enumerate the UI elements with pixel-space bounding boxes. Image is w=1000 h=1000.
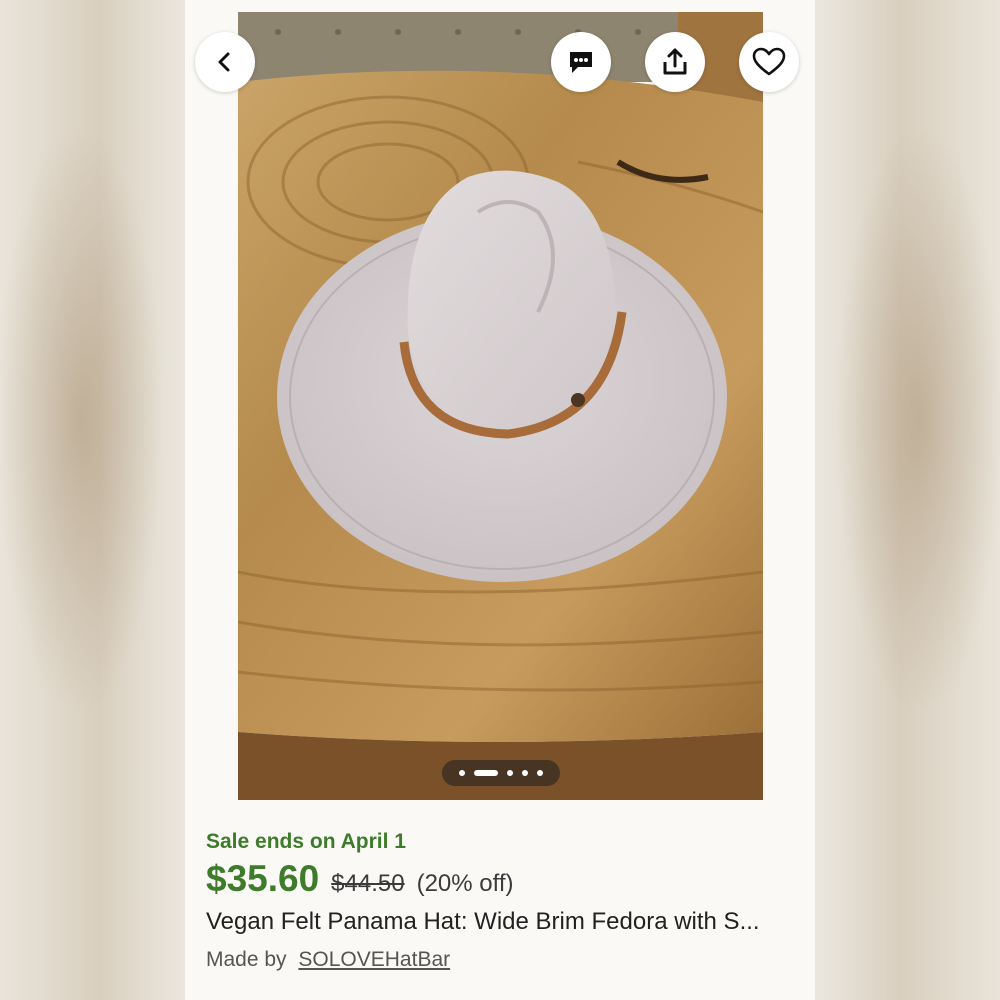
carousel-indicator[interactable] xyxy=(442,760,560,786)
share-button[interactable] xyxy=(645,32,705,92)
product-photo[interactable] xyxy=(238,12,763,800)
shop-name-link[interactable]: SOLOVEHatBar xyxy=(298,948,450,971)
share-icon xyxy=(663,48,687,75)
sale-ends-text: Sale ends on April 1 xyxy=(206,830,406,853)
heart-outline-icon xyxy=(752,47,786,76)
listing-title[interactable]: Vegan Felt Panama Hat: Wide Brim Fedora … xyxy=(206,908,806,936)
carousel-dot[interactable] xyxy=(522,770,528,776)
chat-bubble-icon xyxy=(570,52,592,73)
made-by-label: Made by xyxy=(206,948,287,971)
carousel-dot-active[interactable] xyxy=(474,770,498,776)
chevron-left-icon xyxy=(218,52,230,72)
carousel-dot[interactable] xyxy=(537,770,543,776)
original-price: $44.50 xyxy=(331,870,405,897)
discount-percent: (20% off) xyxy=(416,870,514,897)
price-row: $35.60 $44.50 (20% off) xyxy=(206,858,514,900)
back-button[interactable] xyxy=(195,32,255,92)
message-button[interactable] xyxy=(551,32,611,92)
sale-price: $35.60 xyxy=(206,858,320,899)
carousel-dot[interactable] xyxy=(459,770,465,776)
favorite-button[interactable] xyxy=(739,32,799,92)
carousel-dot[interactable] xyxy=(507,770,513,776)
listing-screen: Sale ends on April 1 $35.60 $44.50 (20% … xyxy=(185,0,815,1000)
made-by-line: Made by SOLOVEHatBar xyxy=(206,948,450,972)
